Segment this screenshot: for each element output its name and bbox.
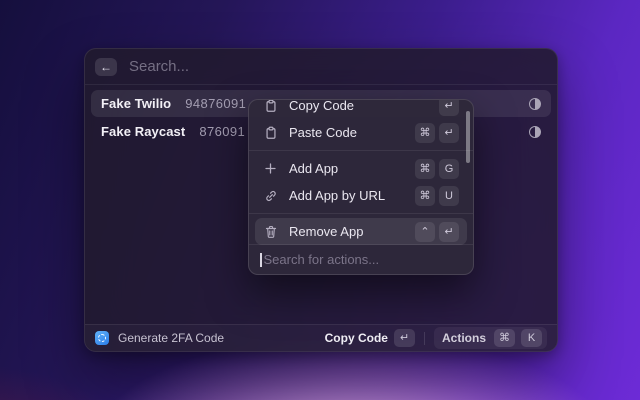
action-label: Copy Code: [289, 100, 439, 113]
cmd-key-badge: ⌘: [415, 123, 435, 143]
actions-button[interactable]: Actions ⌘ K: [434, 327, 547, 349]
app-name: Fake Twilio: [101, 96, 171, 111]
desktop-background: ← Search... Fake Twilio 94876091 Fake Ra…: [0, 0, 640, 400]
action-add-app[interactable]: Add App ⌘ G: [255, 155, 467, 182]
group-divider: [249, 150, 473, 151]
extension-icon: [95, 331, 109, 345]
search-bar: ← Search...: [85, 49, 557, 84]
actions-search-input[interactable]: Search for actions...: [264, 252, 380, 267]
app-name: Fake Raycast: [101, 124, 185, 139]
u-key-badge: U: [439, 186, 459, 206]
group-divider: [249, 213, 473, 214]
cmd-key-badge: ⌘: [415, 159, 435, 179]
action-label: Paste Code: [289, 125, 415, 140]
action-paste-code[interactable]: Paste Code ⌘ ↵: [255, 119, 467, 146]
actions-panel: Copy Code ↵ Paste Code ⌘ ↵: [248, 99, 474, 275]
copy-code-button[interactable]: Copy Code: [325, 331, 388, 345]
return-key-badge: ↵: [394, 329, 415, 347]
cmd-key-badge: ⌘: [494, 329, 515, 347]
search-input[interactable]: Search...: [129, 58, 189, 75]
k-key-badge: K: [521, 329, 542, 347]
popup-scrollbar[interactable]: [466, 111, 470, 163]
ctrl-key-badge: ⌃: [415, 222, 435, 242]
action-label: Add App: [289, 161, 415, 176]
actions-panel-list: Copy Code ↵ Paste Code ⌘ ↵: [249, 100, 473, 245]
actions-search[interactable]: Search for actions...: [249, 244, 473, 274]
back-arrow-icon: ←: [100, 61, 112, 73]
action-copy-code[interactable]: Copy Code ↵: [255, 100, 467, 119]
link-icon: [263, 188, 278, 203]
extension-label: Generate 2FA Code: [118, 331, 224, 345]
text-caret: [260, 253, 262, 267]
back-button[interactable]: ←: [95, 58, 117, 76]
return-key-badge: ↵: [439, 100, 459, 116]
plus-icon: [263, 161, 278, 176]
totp-timer-icon: [529, 98, 541, 110]
totp-code: 94876091: [185, 96, 246, 111]
action-remove-app[interactable]: Remove App ⌃ ↵: [255, 218, 467, 245]
return-key-badge: ↵: [439, 222, 459, 242]
actions-label: Actions: [442, 331, 486, 345]
clipboard-icon: [263, 125, 278, 140]
status-bar: Generate 2FA Code Copy Code ↵ Actions ⌘ …: [85, 324, 557, 351]
clipboard-icon: [263, 100, 278, 113]
totp-timer-icon: [529, 126, 541, 138]
g-key-badge: G: [439, 159, 459, 179]
footer-divider: [424, 332, 425, 345]
action-label: Add App by URL: [289, 188, 415, 203]
return-key-badge: ↵: [439, 123, 459, 143]
cmd-key-badge: ⌘: [415, 186, 435, 206]
totp-code: 876091: [199, 124, 245, 139]
action-label: Remove App: [289, 224, 415, 239]
action-add-app-by-url[interactable]: Add App by URL ⌘ U: [255, 182, 467, 209]
trash-icon: [263, 224, 278, 239]
